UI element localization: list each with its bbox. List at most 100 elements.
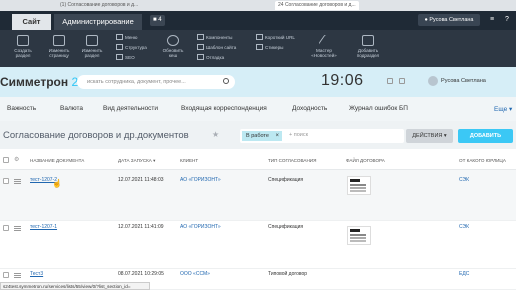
title-bar: Согласование договоров и др.документов ★… — [0, 121, 516, 149]
row-menu-icon[interactable] — [14, 179, 21, 184]
button-label: Изменить страницу — [48, 48, 70, 58]
nav-more[interactable]: Еще ▾ — [494, 105, 512, 113]
row-client-link[interactable]: ООО «ССМ» — [180, 271, 210, 277]
column-header-name[interactable]: НАЗВАНИЕ ДОКУМЕНТА — [30, 158, 84, 163]
nav-item-importance[interactable]: Важность — [7, 105, 36, 112]
list-nav: Важность Валюта Вид деятельности Входяща… — [0, 97, 516, 121]
user-name[interactable]: Русова Светлана — [441, 78, 486, 84]
edit-section-button[interactable]: Изменить раздел — [78, 35, 106, 58]
row-client-link[interactable]: АО «ГОРИЗОНТ» — [180, 224, 221, 230]
row-checkbox[interactable] — [3, 272, 9, 278]
avatar[interactable] — [428, 76, 438, 86]
short-url-button[interactable]: Короткий URL — [256, 34, 295, 40]
magic-wand-icon — [318, 34, 330, 47]
search-icon[interactable] — [223, 78, 229, 84]
actions-label: ДЕЙСТВИЯ — [412, 133, 443, 139]
documents-grid: ⚙ НАЗВАНИЕ ДОКУМЕНТА ДАТА ЗАПУСКА ▾ КЛИЕ… — [0, 149, 516, 290]
button-label: Обновить кеш — [162, 48, 184, 58]
row-checkbox[interactable] — [3, 178, 9, 184]
nav-item-activity[interactable]: Вид деятельности — [103, 105, 158, 112]
structure-button[interactable]: Структура — [116, 44, 147, 50]
button-label: Добавить подраздел — [356, 48, 380, 58]
table-row[interactable]: тест-1207-2 12.07.2021 11:48:03 АО «ГОРИ… — [0, 170, 516, 221]
file-thumbnail[interactable] — [347, 176, 371, 195]
components-button[interactable]: Компоненты — [197, 34, 232, 40]
mouse-cursor-icon: ☝ — [52, 179, 62, 188]
notifications-count: 4 — [158, 17, 162, 23]
settings-icon[interactable]: ≡ — [490, 16, 494, 23]
edit-page-button[interactable]: Изменить страницу — [44, 35, 74, 58]
row-menu-icon[interactable] — [14, 226, 21, 231]
row-entity: ЕДС — [459, 271, 470, 277]
browser-tab-active[interactable]: 24 Согласование договоров и д... — [275, 1, 359, 10]
add-subsection-button[interactable]: Добавить подраздел — [353, 35, 383, 58]
actions-button[interactable]: ДЕЙСТВИЯ ▾ — [406, 129, 453, 143]
seo-button[interactable]: SEO — [116, 54, 135, 60]
menu-button[interactable]: Меню — [116, 34, 137, 40]
help-icon[interactable]: ? — [505, 16, 509, 23]
star-icon[interactable]: ★ — [212, 130, 219, 139]
row-checkbox[interactable] — [3, 225, 9, 231]
row-entity: СЭК — [459, 224, 470, 230]
nav-item-currency[interactable]: Валюта — [60, 105, 83, 112]
stickers-button[interactable]: Стикеры — [256, 44, 283, 50]
row-type: Спецификация — [268, 224, 304, 230]
nav-item-incoming[interactable]: Входящая корреспонденция — [181, 105, 267, 112]
row-name-link[interactable]: тест-1207-1 — [30, 224, 57, 230]
portal-header: Симметрон 24 искать сотрудника, документ… — [0, 67, 516, 97]
search-placeholder: искать сотрудника, документ, прочее... — [87, 79, 186, 85]
news-wizard-button[interactable]: Мастер «Новостей» — [310, 34, 338, 58]
gear-icon[interactable]: ⚙ — [14, 156, 19, 163]
browser-tab-strip: (1) Согласование договоров и д... 24 Сог… — [0, 0, 516, 11]
browser-tab[interactable]: (1) Согласование договоров и д... — [60, 2, 138, 8]
debug-button[interactable]: Отладка — [197, 54, 224, 60]
close-icon[interactable]: × — [275, 131, 279, 141]
create-section-button[interactable]: Создать раздел — [10, 35, 36, 58]
row-date: 12.07.2021 11:48:03 — [118, 177, 164, 183]
user-button-label: Русова Светлана — [429, 17, 474, 23]
column-header-type[interactable]: ТИП СОГЛАСОВАНИЯ — [268, 158, 316, 163]
column-header-file[interactable]: ФАЙЛ ДОГОВОРА — [346, 158, 385, 163]
column-header-client[interactable]: КЛИЕНТ — [180, 158, 198, 163]
select-all-checkbox[interactable] — [3, 157, 9, 163]
button-label: Создать раздел — [14, 48, 32, 58]
nav-item-bp-errors[interactable]: Журнал ошибок БП — [349, 105, 408, 112]
portal-logo[interactable]: Симметрон 24 — [0, 75, 85, 89]
row-client-link[interactable]: АО «ГОРИЗОНТ» — [180, 177, 221, 183]
add-button[interactable]: ДОБАВИТЬ — [458, 129, 513, 143]
tab-site[interactable]: Сайт — [12, 14, 51, 30]
sort-down-icon: ▾ — [153, 158, 156, 163]
table-row[interactable]: тест-1207-1 12.07.2021 11:41:09 АО «ГОРИ… — [0, 221, 516, 269]
file-thumbnail[interactable] — [347, 226, 371, 245]
nav-item-income[interactable]: Доходность — [292, 105, 327, 112]
admin-top-bar: Сайт Администрирование ■ 4 ● Русова Свет… — [0, 11, 516, 30]
user-button[interactable]: ● Русова Светлана — [418, 14, 480, 26]
filter-tag[interactable]: В работе × — [242, 131, 282, 141]
row-type: Спецификация — [268, 177, 304, 183]
row-date: 08.07.2021 10:29:05 — [118, 271, 164, 277]
search-input[interactable]: искать сотрудника, документ, прочее... — [77, 75, 235, 89]
phone-icon[interactable] — [399, 78, 405, 84]
calendar-icon[interactable] — [387, 78, 393, 84]
download-box-icon — [362, 35, 374, 46]
site-template-button[interactable]: Шаблон сайта — [197, 44, 236, 50]
column-header-entity[interactable]: ОТ КАКОГО ЮРЛИЦА — [459, 158, 506, 163]
folder-edit-icon — [86, 35, 98, 46]
column-header-date[interactable]: ДАТА ЗАПУСКА ▾ — [118, 158, 155, 164]
row-name-link[interactable]: Тест3 — [30, 271, 43, 277]
row-entity: СЭК — [459, 177, 470, 183]
notifications-badge[interactable]: ■ 4 — [150, 15, 165, 26]
grid-header: ⚙ НАЗВАНИЕ ДОКУМЕНТА ДАТА ЗАПУСКА ▾ КЛИЕ… — [0, 149, 516, 170]
refresh-cache-button[interactable]: Обновить кеш — [160, 35, 186, 58]
row-menu-icon[interactable] — [14, 273, 21, 278]
admin-toolbar: Создать раздел Изменить страницу Изменит… — [0, 30, 516, 67]
clock: 19:06 — [321, 72, 364, 89]
filter-search[interactable]: В работе × + поиск — [240, 129, 404, 143]
page-title: Согласование договоров и др.документов — [3, 130, 189, 141]
page-edit-icon — [53, 35, 65, 46]
row-date: 12.07.2021 11:41:09 — [118, 224, 164, 230]
button-label: Мастер «Новостей» — [311, 48, 337, 58]
folder-plus-icon — [17, 35, 29, 46]
filter-tag-label: В работе — [246, 133, 269, 139]
tab-administration[interactable]: Администрирование — [54, 14, 142, 30]
